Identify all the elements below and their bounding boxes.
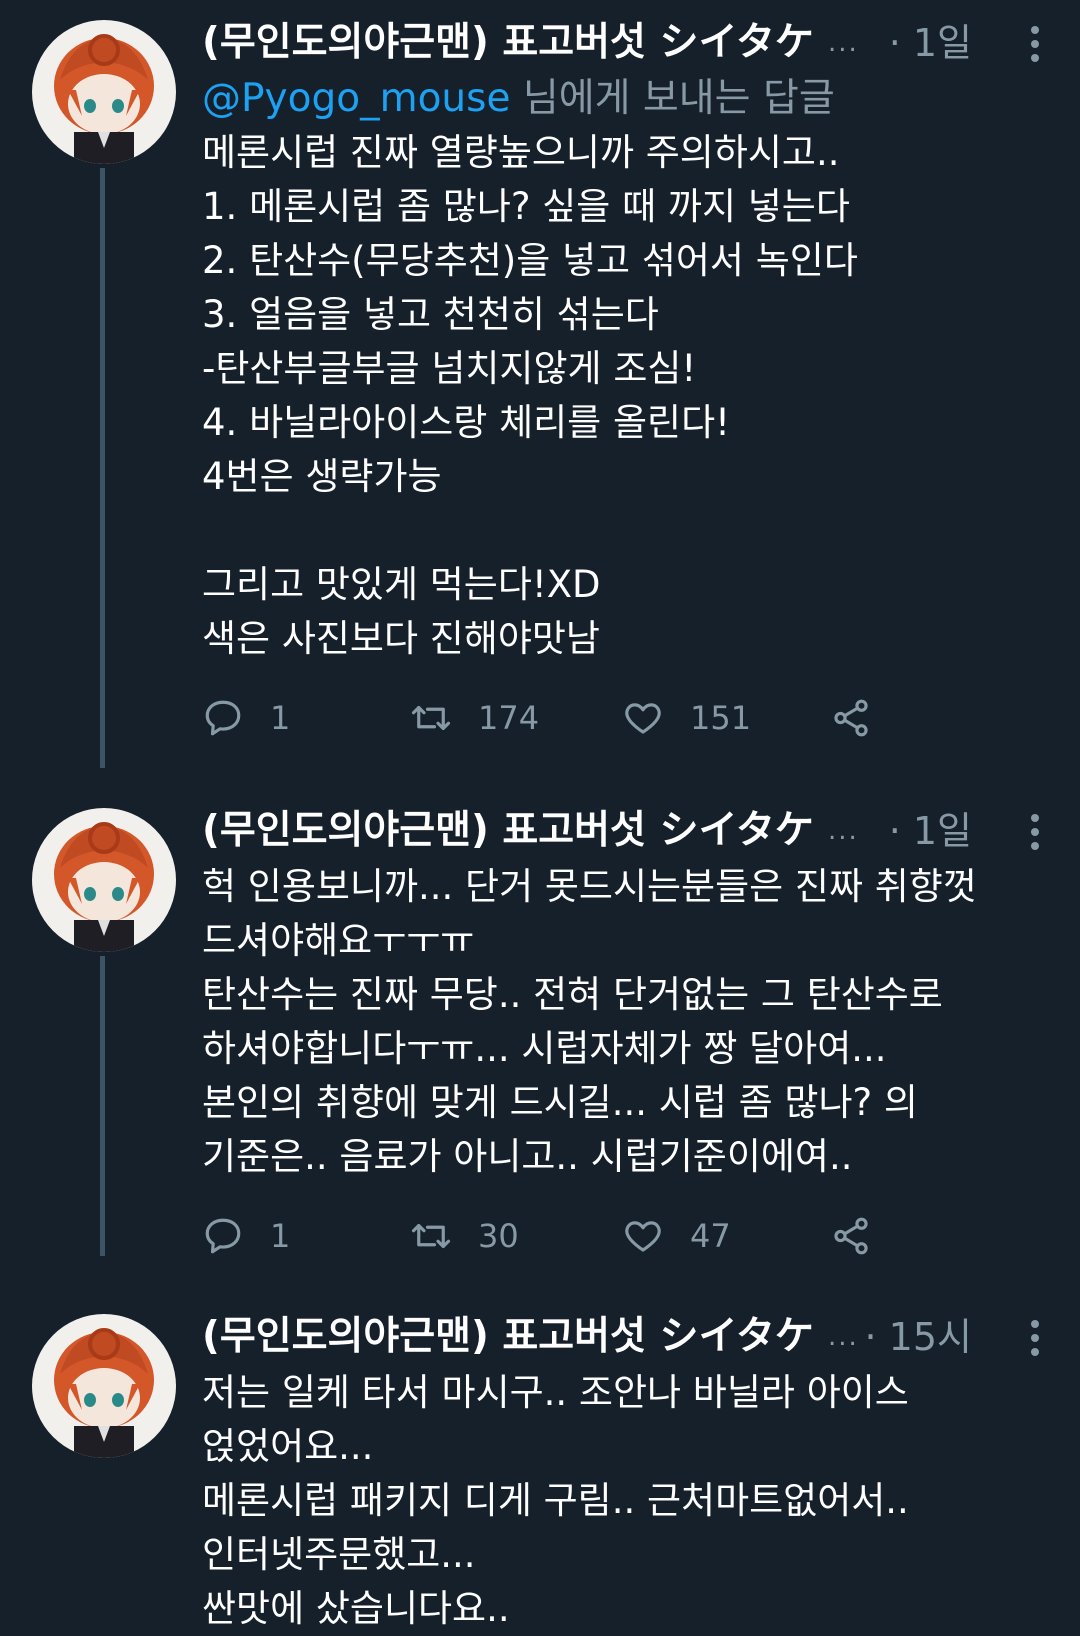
tweet-header: (무인도의야근맨) 표고버섯 シイタケ ... · 1일 xyxy=(202,802,1050,860)
reply-handle-link[interactable]: @Pyogo_mouse xyxy=(202,76,510,121)
tweet-text-line xyxy=(202,504,1050,558)
tweet-1[interactable]: (무인도의야근맨) 표고버섯 シイタケ ... · 1일 @Pyogo_mous… xyxy=(0,0,1080,768)
tweet-2[interactable]: (무인도의야근맨) 표고버섯 シイタケ ... · 1일 헉 인용보니까... … xyxy=(0,790,1080,1256)
tweet-text: 헉 인용보니까... 단거 못드시는분들은 진짜 취향껏 드셔야해요ㅜㅜㅠ 탄산… xyxy=(202,860,1050,1184)
tweet-text-line: 싼맛에 샀습니다요.. xyxy=(202,1587,510,1630)
avatar[interactable] xyxy=(32,808,176,952)
comment-icon xyxy=(205,1218,241,1254)
more-vertical-icon[interactable] xyxy=(1020,26,1050,62)
tweet-text-line: 그리고 맛있게 먹는다!XD xyxy=(202,563,601,606)
more-vertical-icon[interactable] xyxy=(1020,1320,1050,1356)
tweet-content: (무인도의야근맨) 표고버섯 シイタケ ... · 15시 저는 일케 타서 마… xyxy=(202,1308,1050,1636)
retweet-button[interactable]: 174 xyxy=(410,688,539,748)
tweet-text-line: 4번은 생략가능 xyxy=(202,455,442,498)
action-bar: 1 174 151 xyxy=(202,688,1050,748)
retweet-icon xyxy=(411,705,451,731)
tweet-text-line: -탄산부글부글 넘치지않게 조심! xyxy=(202,347,697,390)
tweet-thread: (무인도의야근맨) 표고버섯 シイタケ ... · 1일 @Pyogo_mous… xyxy=(0,0,1080,1636)
tweet-text-line: 2. 탄산수(무당추천)을 넣고 섞어서 녹인다 xyxy=(202,239,858,282)
tweet-text-line: 인터넷주문했고... xyxy=(202,1533,476,1576)
avatar-plush-icon xyxy=(54,1328,154,1458)
tweet-text-line: 헉 인용보니까... 단거 못드시는분들은 진짜 취향껏 xyxy=(202,865,977,908)
reply-suffix: 님에게 보내는 답글 xyxy=(510,76,835,121)
reply-count: 1 xyxy=(270,699,291,737)
tweet-text-line: 메론시럽 패키지 디게 구림.. 근처마트없어서.. xyxy=(202,1479,909,1522)
tweet-text-line: 색은 사진보다 진해야맛남 xyxy=(202,617,600,660)
action-bar: 1 30 47 xyxy=(202,1206,1050,1266)
share-button[interactable] xyxy=(830,688,898,748)
avatar-plush-icon xyxy=(54,822,154,952)
author-name[interactable]: (무인도의야근맨) 표고버섯 シイタケ xyxy=(202,802,814,860)
tweet-text-line: 탄산수는 진짜 무당.. 전혀 단거없는 그 탄산수로 xyxy=(202,973,943,1016)
tweet-header: (무인도의야근맨) 표고버섯 シイタケ ... · 1일 xyxy=(202,14,1050,72)
like-button[interactable]: 47 xyxy=(622,1206,731,1266)
share-icon xyxy=(834,699,868,737)
name-truncation: ... xyxy=(827,28,859,58)
heart-icon xyxy=(625,1221,661,1252)
share-icon xyxy=(834,1217,868,1255)
reply-button[interactable]: 1 xyxy=(202,1206,290,1266)
tweet-header: (무인도의야근맨) 표고버섯 シイタケ ... · 15시 xyxy=(202,1308,1050,1366)
avatar[interactable] xyxy=(32,20,176,164)
tweet-text-line: 4. 바닐라아이스랑 체리를 올린다! xyxy=(202,401,730,444)
author-name[interactable]: (무인도의야근맨) 표고버섯 シイタケ xyxy=(202,14,814,72)
timestamp[interactable]: · 1일 xyxy=(889,802,972,860)
heart-icon xyxy=(625,703,661,734)
retweet-count: 174 xyxy=(478,699,540,737)
like-count: 47 xyxy=(690,1217,731,1255)
tweet-text-line: 드셔야해요ㅜㅜㅠ xyxy=(202,919,475,962)
tweet-text-line: 하셔야합니다ㅜㅠ... 시럽자체가 짱 달아여... xyxy=(202,1027,887,1070)
tweet-content: (무인도의야근맨) 표고버섯 シイタケ ... · 1일 헉 인용보니까... … xyxy=(202,802,1050,1266)
thread-line xyxy=(100,956,105,1256)
tweet-3[interactable]: (무인도의야근맨) 표고버섯 シイタケ ... · 15시 저는 일케 타서 마… xyxy=(0,1296,1080,1636)
retweet-button[interactable]: 30 xyxy=(410,1206,519,1266)
avatar-column xyxy=(32,1314,176,1458)
avatar-plush-icon xyxy=(54,34,154,164)
like-count: 151 xyxy=(690,699,752,737)
timestamp[interactable]: · 15시 xyxy=(865,1308,972,1366)
tweet-text-line: 저는 일케 타서 마시구.. 조안나 바닐라 아이스 xyxy=(202,1371,909,1414)
avatar-column xyxy=(32,20,176,164)
tweet-content: (무인도의야근맨) 표고버섯 シイタケ ... · 1일 @Pyogo_mous… xyxy=(202,14,1050,748)
retweet-count: 30 xyxy=(478,1217,519,1255)
timestamp[interactable]: · 1일 xyxy=(889,14,972,72)
like-button[interactable]: 151 xyxy=(622,688,751,748)
share-button[interactable] xyxy=(830,1206,898,1266)
thread-line xyxy=(100,168,105,768)
author-name[interactable]: (무인도의야근맨) 표고버섯 シイタケ xyxy=(202,1308,814,1366)
tweet-text-line: 얹었어요... xyxy=(202,1425,374,1468)
name-truncation: ... xyxy=(827,1322,859,1352)
tweet-text: 메론시럽 진짜 열량높으니까 주의하시고.. 1. 메론시럽 좀 많나? 싶을 … xyxy=(202,126,1050,666)
comment-icon xyxy=(205,700,241,736)
retweet-icon xyxy=(411,1223,451,1249)
more-vertical-icon[interactable] xyxy=(1020,814,1050,850)
tweet-text-line: 메론시럽 진짜 열량높으니까 주의하시고.. xyxy=(202,131,840,174)
avatar[interactable] xyxy=(32,1314,176,1458)
reply-count: 1 xyxy=(270,1217,291,1255)
avatar-column xyxy=(32,808,176,952)
tweet-text-line: 기준은.. 음료가 아니고.. 시럽기준이에여.. xyxy=(202,1135,853,1178)
reply-button[interactable]: 1 xyxy=(202,688,290,748)
name-truncation: ... xyxy=(827,816,859,846)
tweet-text-line: 1. 메론시럽 좀 많나? 싶을 때 까지 넣는다 xyxy=(202,185,850,228)
tweet-text: 저는 일케 타서 마시구.. 조안나 바닐라 아이스 얹었어요... 메론시럽 … xyxy=(202,1366,1050,1636)
tweet-text-line: 본인의 취향에 맞게 드시길... 시럽 좀 많나? 의 xyxy=(202,1081,918,1124)
reply-context: @Pyogo_mouse 님에게 보내는 답글 xyxy=(202,72,1050,126)
tweet-text-line: 3. 얼음을 넣고 천천히 섞는다 xyxy=(202,293,659,336)
